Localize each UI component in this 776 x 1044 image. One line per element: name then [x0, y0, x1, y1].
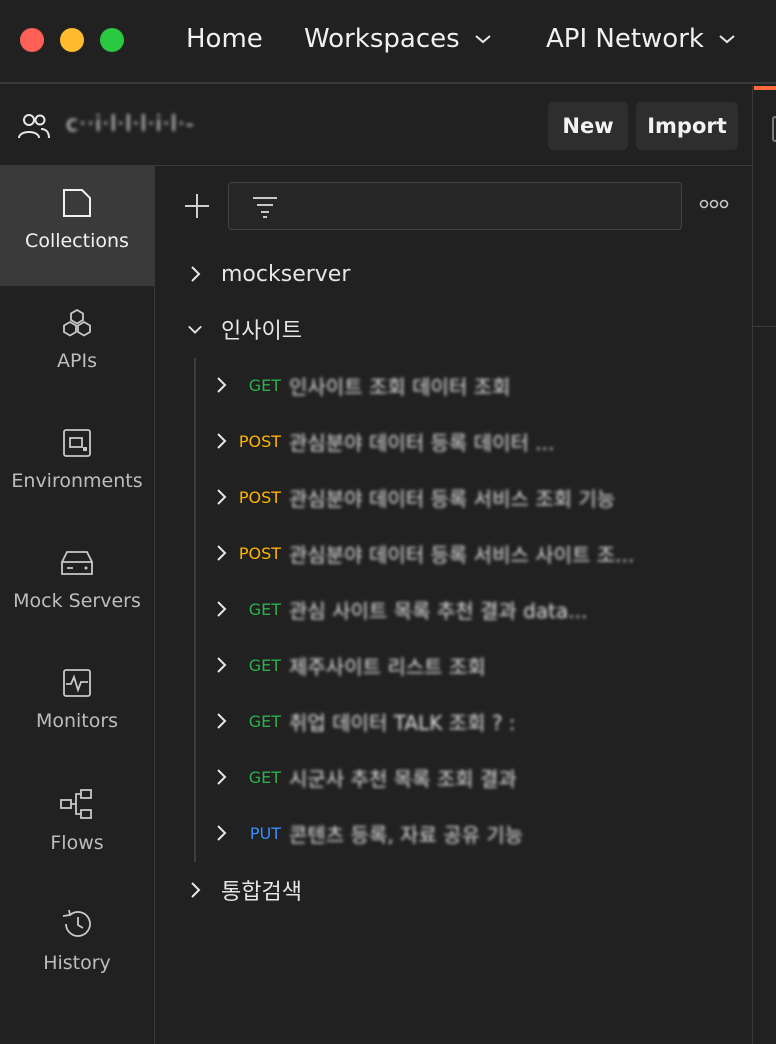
nav-api-network[interactable]: API Network [546, 22, 736, 56]
more-options-icon[interactable] [699, 198, 729, 210]
request-item[interactable]: GET 시군사 추천 목록 조회 결과 [213, 757, 517, 797]
method-badge: GET [248, 599, 281, 619]
request-name: 관심분야 데이터 등록 서비스 조회 기능 [289, 486, 616, 511]
request-name: 관심 사이트 목록 추천 결과 data... [289, 598, 588, 623]
request-name: 관심분야 데이터 등록 데이터 ... [289, 430, 555, 455]
nav-workspaces-label: Workspaces [304, 24, 460, 54]
method-badge: GET [248, 767, 281, 787]
team-icon [18, 114, 50, 139]
request-name: 관심분야 데이터 등록 서비스 사이트 조... [289, 542, 635, 567]
sidebar-item-mock-servers[interactable]: Mock Servers [0, 526, 154, 646]
request-name: 인사이트 조회 데이터 조회 [289, 374, 511, 399]
collection-name: mockserver [221, 261, 351, 287]
chevron-down-icon [719, 35, 735, 44]
nav-api-network-label: API Network [546, 24, 704, 54]
chevron-right-icon[interactable] [187, 265, 203, 283]
sidebar-item-collections[interactable]: Collections [0, 166, 154, 286]
import-button[interactable]: Import [636, 102, 738, 150]
request-item[interactable]: PUT 콘텐츠 등록, 자료 공유 기능 [213, 813, 523, 853]
method-badge: POST [238, 431, 281, 451]
request-item[interactable]: POST 관심분야 데이터 등록 서비스 사이트 조... [213, 533, 634, 573]
collection-item[interactable]: mockserver [187, 254, 350, 294]
sidebar-item-flows[interactable]: Flows [0, 766, 154, 886]
history-icon [62, 909, 91, 937]
title-bar: Home Workspaces API Network [0, 0, 776, 84]
tree-indent-line [194, 358, 196, 862]
chevron-right-icon[interactable] [213, 712, 229, 730]
workspace-name[interactable]: c··i·l·l·l·i·l·- [66, 112, 195, 137]
request-item[interactable]: GET 취업 데이터 TALK 조회 ? : [213, 701, 516, 741]
filter-icon [253, 197, 277, 218]
nav-home-label: Home [186, 24, 263, 54]
method-badge: POST [238, 487, 281, 507]
method-badge: GET [248, 655, 281, 675]
workspace-header: c··i·l·l·l·i·l·- New Import [0, 86, 752, 166]
chevron-down-icon [475, 35, 491, 44]
request-name: 시군사 추천 목록 조회 결과 [289, 766, 517, 791]
nav-workspaces[interactable]: Workspaces [304, 22, 492, 56]
sidebar-item-history[interactable]: History [0, 886, 154, 1006]
right-panel-tab[interactable] [772, 116, 776, 142]
sidebar-item-apis[interactable]: APIs [0, 286, 154, 406]
collection-item[interactable]: 인사이트 [187, 309, 302, 349]
close-window-button[interactable] [20, 28, 44, 52]
request-name: 콘텐츠 등록, 자료 공유 기능 [289, 822, 524, 847]
request-name: 취업 데이터 TALK 조회 ? : [289, 710, 516, 735]
method-badge: GET [248, 711, 281, 731]
chevron-right-icon[interactable] [213, 544, 229, 562]
nav-home[interactable]: Home [186, 22, 263, 56]
collection-item[interactable]: 통합검색 [187, 870, 302, 910]
request-item[interactable]: POST 관심분야 데이터 등록 서비스 조회 기능 [213, 477, 615, 517]
collections-icon [63, 189, 91, 217]
plus-icon[interactable] [183, 192, 211, 220]
chevron-right-icon[interactable] [187, 881, 203, 899]
collections-panel: mockserver 인사이트 GET 인사이트 조회 데이터 조회 POST … [155, 166, 752, 1044]
method-badge: GET [248, 375, 281, 395]
method-badge: PUT [249, 823, 281, 843]
chevron-right-icon[interactable] [213, 824, 229, 842]
apis-icon [63, 308, 91, 337]
new-button[interactable]: New [548, 102, 628, 150]
sidebar-item-label: Collections [25, 230, 129, 252]
sidebar-item-label: Flows [50, 832, 104, 854]
request-item[interactable]: GET 인사이트 조회 데이터 조회 [213, 365, 510, 405]
minimize-window-button[interactable] [60, 28, 84, 52]
sidebar-item-label: Monitors [35, 710, 119, 732]
chevron-right-icon[interactable] [213, 768, 229, 786]
collection-name: 통합검색 [221, 880, 302, 905]
sidebar-item-label: APIs [57, 350, 97, 372]
sidebar-item-environments[interactable]: Environments [0, 406, 154, 526]
request-name: 제주사이트 리스트 조회 [289, 654, 486, 679]
method-badge: POST [238, 543, 281, 563]
chevron-right-icon[interactable] [213, 600, 229, 618]
panel-divider [752, 86, 753, 1044]
chevron-right-icon[interactable] [213, 376, 229, 394]
filter-input[interactable] [228, 182, 682, 230]
chevron-right-icon[interactable] [213, 488, 229, 506]
environments-icon [63, 429, 91, 457]
monitors-icon [63, 669, 91, 697]
request-item[interactable]: GET 관심 사이트 목록 추천 결과 data... [213, 589, 587, 629]
left-sidebar: Collections APIs Environments Mock Serve… [0, 166, 155, 1044]
sidebar-item-label: Environments [11, 470, 143, 492]
active-tab-accent [754, 86, 776, 90]
chevron-down-icon[interactable] [187, 323, 203, 335]
collection-name: 인사이트 [221, 319, 302, 344]
chevron-right-icon[interactable] [213, 656, 229, 674]
right-panel-divider [753, 326, 776, 327]
sidebar-item-monitors[interactable]: Monitors [0, 646, 154, 766]
maximize-window-button[interactable] [100, 28, 124, 52]
sidebar-item-label: Mock Servers [13, 590, 141, 612]
request-item[interactable]: GET 제주사이트 리스트 조회 [213, 645, 486, 685]
chevron-right-icon[interactable] [213, 432, 229, 450]
mock-servers-icon [61, 551, 93, 575]
request-item[interactable]: POST 관심분야 데이터 등록 데이터 ... [213, 421, 554, 461]
flows-icon [60, 789, 92, 819]
sidebar-item-label: History [43, 952, 111, 974]
